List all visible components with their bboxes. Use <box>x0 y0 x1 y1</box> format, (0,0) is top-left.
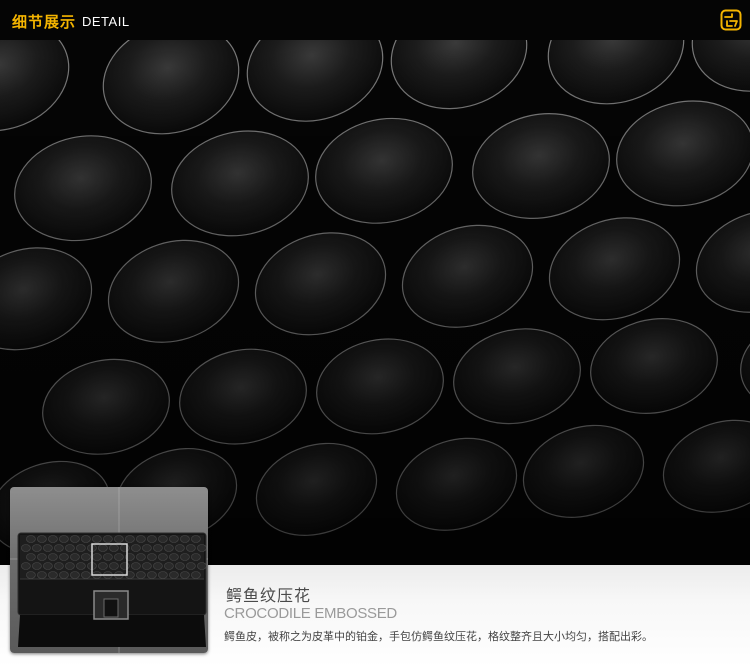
wallet-scale-tile <box>109 562 119 570</box>
wallet-scale-tile <box>48 571 58 579</box>
wallet-scale-tile <box>59 553 69 561</box>
wallet-scale-tile <box>158 553 168 561</box>
wallet-scale-tile <box>136 553 146 561</box>
wallet-scale-tile <box>169 535 179 543</box>
wallet-scale-tile <box>26 553 36 561</box>
wallet-scale-tile <box>158 535 168 543</box>
wallet-scale-tile <box>59 571 69 579</box>
wallet-scale-tile <box>76 562 86 570</box>
wallet-scale-tile <box>186 562 196 570</box>
wallet-scale-tile <box>136 535 146 543</box>
wallet-scale-tile <box>164 544 174 552</box>
wallet-scale-tile <box>65 562 75 570</box>
wallet-scale-tile <box>164 562 174 570</box>
wallet-scale-tile <box>81 571 91 579</box>
wallet-clasp <box>93 590 129 620</box>
wallet-scale-tile <box>114 535 124 543</box>
wallet-scale-tile <box>175 562 185 570</box>
wallet-scale-tile <box>81 553 91 561</box>
wallet-scale-tile <box>142 562 152 570</box>
feature-title-cn: 鳄鱼纹压花 <box>226 586 312 605</box>
wallet-scale-tile <box>76 544 86 552</box>
section-header: 细节展示 DETAIL <box>0 0 750 41</box>
wallet-scale-tile <box>197 544 207 552</box>
wallet-scale-tile <box>54 544 64 552</box>
wallet-scale-tile <box>70 571 80 579</box>
wallet-scale-tile <box>59 535 69 543</box>
wallet-scale-tile <box>103 535 113 543</box>
wallet-scale-tile <box>191 535 201 543</box>
wallet-scale-tile <box>43 562 53 570</box>
wallet-scale-tile <box>114 553 124 561</box>
wallet-scale-tile <box>169 571 179 579</box>
wallet-scale-tile <box>191 553 201 561</box>
wallet-scale-tile <box>32 562 42 570</box>
wallet-scale-tile <box>43 544 53 552</box>
wallet-scale-tile <box>37 553 47 561</box>
wallet-scale-tile <box>153 544 163 552</box>
wallet-scale-tile <box>180 535 190 543</box>
wallet-scale-tile <box>48 553 58 561</box>
wallet-scale-tile <box>98 544 108 552</box>
wallet-scale-tile <box>186 544 196 552</box>
wallet-scale-tile <box>180 571 190 579</box>
wallet-scale-tile <box>54 562 64 570</box>
wallet-scale-tile <box>109 544 119 552</box>
wallet-scale-tile <box>131 544 141 552</box>
wallet-scale-tile <box>153 562 163 570</box>
wallet-scale-tile <box>197 562 207 570</box>
wallet-scale-tile <box>169 553 179 561</box>
wallet-scale-tile <box>32 544 42 552</box>
wallet-scale-tile <box>70 535 80 543</box>
wallet-scale-tile <box>70 553 80 561</box>
wallet-scale-tile <box>125 535 135 543</box>
wallet-scale-tile <box>120 562 130 570</box>
wallet-scale-tile <box>147 535 157 543</box>
wallet-scale-tile <box>26 571 36 579</box>
wallet-scale-tile <box>142 544 152 552</box>
wallet-scale-tile <box>92 535 102 543</box>
wallet-scale-tile <box>103 553 113 561</box>
wallet-scale-tile <box>21 562 31 570</box>
wallet-scale-tile <box>180 553 190 561</box>
section-title-en: DETAIL <box>82 14 130 29</box>
detail-page: 细节展示 DETAIL 鳄鱼纹压花 CROCODILE EMBOSSED 鳄鱼皮… <box>0 0 750 667</box>
wallet-scale-tile <box>21 544 31 552</box>
brand-logo-icon <box>720 9 742 31</box>
wallet-scale-tile <box>81 535 91 543</box>
wallet-scale-tile <box>37 535 47 543</box>
wallet-scale-tile <box>92 553 102 561</box>
section-title-cn: 细节展示 <box>12 13 77 31</box>
feature-description: 鳄鱼皮，被称之为皮革中的铂金，手包仿鳄鱼纹压花，格纹整齐且大小均匀，搭配出彩。 <box>224 630 653 643</box>
wallet-scale-tile <box>120 544 130 552</box>
wallet-scale-tile <box>37 571 47 579</box>
wallet-scale-tile <box>65 544 75 552</box>
wallet-scale-tile <box>98 562 108 570</box>
wallet-scale-tile <box>175 544 185 552</box>
wallet-scale-tile <box>48 535 58 543</box>
wallet-scale-tile <box>136 571 146 579</box>
wallet-scale-tile <box>26 535 36 543</box>
wallet-scale-tile <box>147 571 157 579</box>
wallet-scale-tile <box>131 562 141 570</box>
wallet-scale-tile <box>147 553 157 561</box>
wallet-thumbnail <box>10 487 208 653</box>
wallet-scale-tile <box>158 571 168 579</box>
feature-title-en: CROCODILE EMBOSSED <box>224 605 397 622</box>
wallet-body <box>17 532 207 647</box>
wallet-scale-tile <box>191 571 201 579</box>
